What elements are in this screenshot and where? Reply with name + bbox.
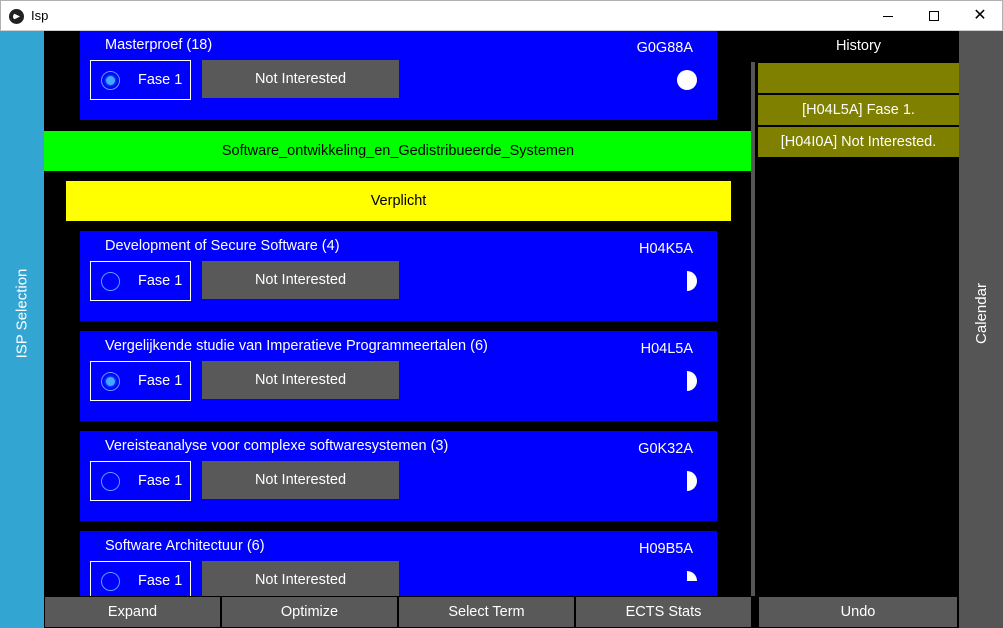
progress-pie-fill: [687, 271, 697, 291]
not-interested-button[interactable]: Not Interested: [202, 461, 399, 499]
calendar-label: Calendar: [972, 283, 990, 344]
course-card: Software Architectuur (6) H09B5A Fase 1 …: [80, 531, 717, 596]
progress-pie-fill: [677, 70, 697, 90]
minimize-icon: [883, 15, 893, 17]
progress-pie-fill: [687, 371, 697, 391]
maximize-button[interactable]: [911, 1, 957, 31]
fase-label: Fase 1: [138, 473, 183, 489]
close-icon: ✕: [973, 7, 987, 24]
course-code: H04K5A: [638, 241, 693, 257]
fase-radio[interactable]: [101, 71, 120, 90]
app-logo-icon: [9, 9, 24, 24]
progress-pie-icon: [687, 571, 697, 581]
maximize-icon: [929, 11, 939, 21]
course-name: Vereisteanalyse voor complexe softwaresy…: [105, 438, 449, 454]
progress-pie-icon: [687, 471, 697, 491]
not-interested-button[interactable]: Not Interested: [202, 561, 399, 596]
fase-toggle[interactable]: Fase 1: [90, 561, 191, 596]
history-title: History: [835, 38, 882, 54]
toolbar-left-edge: [0, 596, 44, 628]
course-card: Masterproef (18) G0G88A Fase 1 Not Inter…: [80, 31, 717, 120]
select-term-button[interactable]: Select Term: [399, 597, 574, 627]
course-list[interactable]: Masterproef (18) G0G88A Fase 1 Not Inter…: [44, 31, 752, 596]
history-item[interactable]: [758, 63, 959, 93]
window-titlebar: Isp ✕: [0, 0, 1003, 31]
toolbar-right-edge: [959, 596, 1003, 628]
history-panel: History [H04L5A] Fase 1. [H04I0A] Not In…: [758, 31, 959, 596]
window-title: Isp: [31, 8, 49, 23]
fase-label: Fase 1: [138, 373, 183, 389]
history-item[interactable]: [H04L5A] Fase 1.: [758, 95, 959, 125]
fase-toggle[interactable]: Fase 1: [90, 361, 191, 401]
progress-pie-icon: [687, 371, 697, 391]
course-name: Development of Secure Software (4): [105, 238, 340, 254]
isp-selection-tab[interactable]: ISP Selection: [0, 31, 44, 596]
not-interested-button[interactable]: Not Interested: [202, 60, 399, 98]
course-name: Vergelijkende studie van Imperatieve Pro…: [105, 338, 488, 354]
fase-radio[interactable]: [101, 272, 120, 291]
course-code: H09B5A: [638, 541, 693, 557]
ects-stats-button[interactable]: ECTS Stats: [576, 597, 751, 627]
course-code: G0K32A: [638, 441, 693, 457]
minimize-button[interactable]: [865, 1, 911, 31]
fase-radio[interactable]: [101, 372, 120, 391]
fase-radio[interactable]: [101, 572, 120, 591]
course-code: G0G88A: [636, 40, 693, 56]
fase-toggle[interactable]: Fase 1: [90, 461, 191, 501]
course-name: Software Architectuur (6): [105, 538, 265, 554]
fase-radio[interactable]: [101, 472, 120, 491]
fase-label: Fase 1: [138, 573, 183, 589]
course-code: H04L5A: [640, 341, 693, 357]
scrollbar[interactable]: [751, 62, 755, 596]
progress-pie-fill: [687, 571, 697, 581]
progress-pie-icon: [687, 271, 697, 291]
expand-button[interactable]: Expand: [45, 597, 220, 627]
optimize-button[interactable]: Optimize: [222, 597, 397, 627]
progress-pie-fill: [687, 471, 697, 491]
history-item[interactable]: [H04I0A] Not Interested.: [758, 127, 959, 157]
progress-pie-icon: [677, 70, 697, 90]
not-interested-button[interactable]: Not Interested: [202, 361, 399, 399]
course-card: Vergelijkende studie van Imperatieve Pro…: [80, 331, 717, 421]
fase-label: Fase 1: [138, 72, 183, 88]
close-button[interactable]: ✕: [957, 1, 1003, 31]
course-name: Masterproef (18): [105, 37, 213, 53]
course-card: Vereisteanalyse voor complexe softwaresy…: [80, 431, 717, 521]
isp-selection-label: ISP Selection: [13, 268, 31, 359]
category-band[interactable]: Verplicht: [66, 181, 731, 221]
undo-button[interactable]: Undo: [759, 597, 957, 627]
calendar-tab[interactable]: Calendar: [959, 31, 1003, 596]
fase-toggle[interactable]: Fase 1: [90, 261, 191, 301]
not-interested-button[interactable]: Not Interested: [202, 261, 399, 299]
fase-toggle[interactable]: Fase 1: [90, 60, 191, 100]
fase-label: Fase 1: [138, 273, 183, 289]
course-card: Development of Secure Software (4) H04K5…: [80, 231, 717, 321]
section-band[interactable]: Software_ontwikkeling_en_Gedistribueerde…: [44, 131, 752, 171]
bottom-toolbar: Expand Optimize Select Term ECTS Stats U…: [0, 596, 1003, 628]
